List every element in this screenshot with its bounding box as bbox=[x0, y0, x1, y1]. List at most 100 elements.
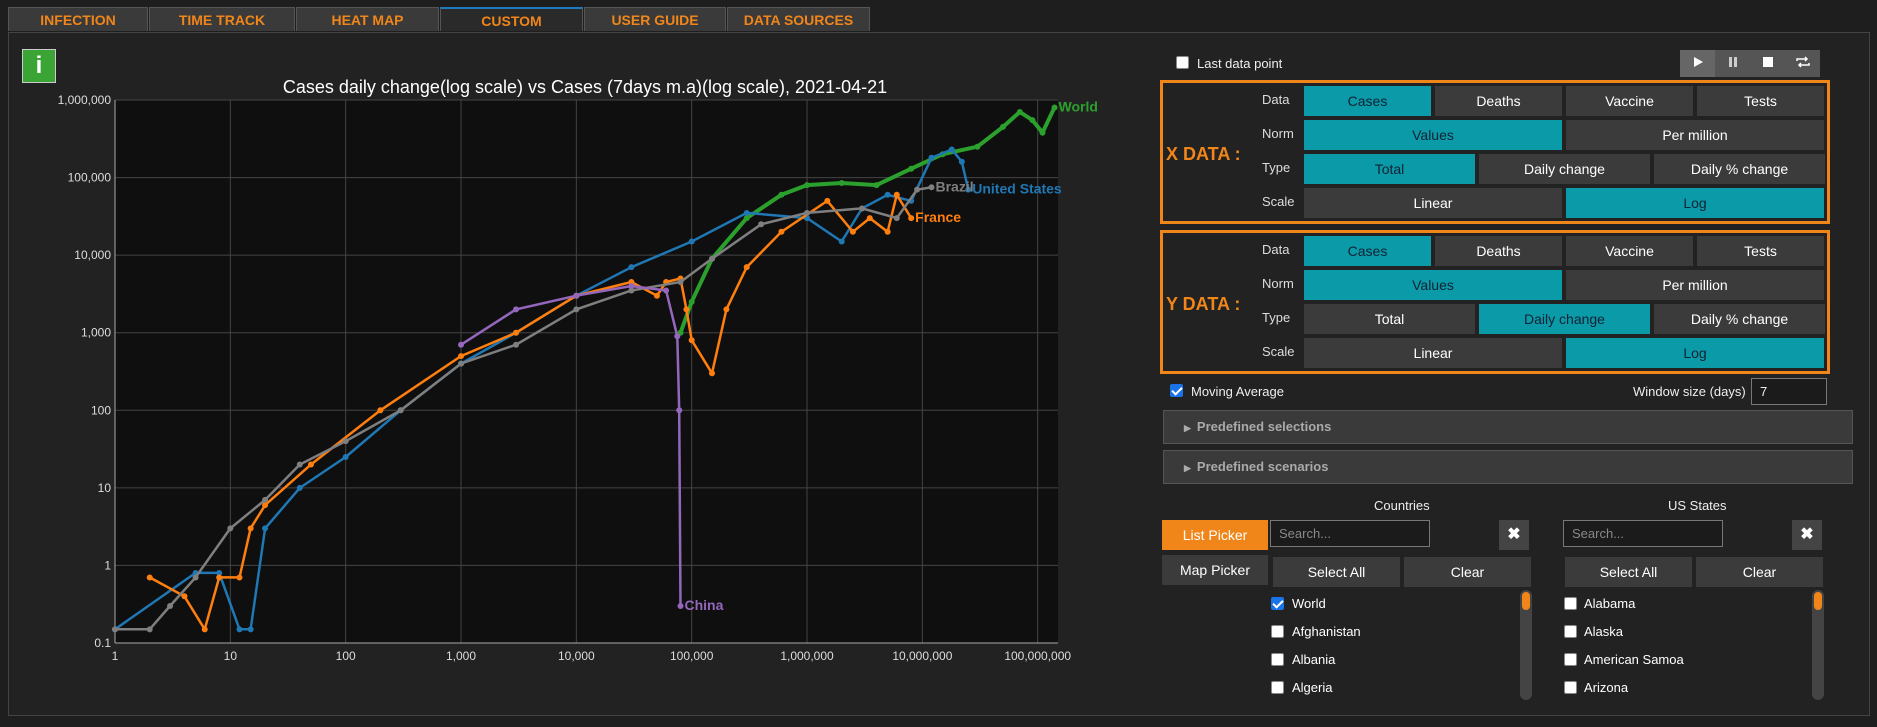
data-point-world[interactable] bbox=[1016, 109, 1023, 116]
data-point-brazil[interactable] bbox=[342, 438, 349, 445]
y-data-option-deaths[interactable]: Deaths bbox=[1435, 236, 1562, 266]
x-scale-option-log[interactable]: Log bbox=[1566, 188, 1824, 218]
data-point-france[interactable] bbox=[884, 228, 891, 235]
play-button[interactable] bbox=[1680, 50, 1715, 77]
us-states-clear-button[interactable]: Clear bbox=[1696, 557, 1823, 587]
data-point-brazil[interactable] bbox=[262, 496, 269, 503]
stop-button[interactable] bbox=[1750, 50, 1785, 77]
country-item-checkbox[interactable] bbox=[1271, 625, 1284, 638]
x-type-option-daily-change[interactable]: Daily % change bbox=[1654, 154, 1825, 184]
x-data-option-deaths[interactable]: Deaths bbox=[1435, 86, 1562, 116]
data-point-united-states[interactable] bbox=[296, 484, 303, 491]
x-type-option-total[interactable]: Total bbox=[1304, 154, 1475, 184]
data-point-united-states[interactable] bbox=[948, 146, 955, 153]
data-point-brazil[interactable] bbox=[397, 407, 404, 414]
data-point-united-states[interactable] bbox=[628, 264, 635, 271]
data-point-brazil[interactable] bbox=[758, 221, 765, 228]
data-point-france[interactable] bbox=[201, 626, 208, 633]
countries-select-all-button[interactable]: Select All bbox=[1273, 557, 1400, 587]
data-point-france[interactable] bbox=[653, 292, 660, 299]
data-point-china[interactable] bbox=[677, 602, 684, 609]
data-point-world[interactable] bbox=[1039, 129, 1046, 136]
us-states-scrollbar[interactable] bbox=[1812, 590, 1824, 700]
us-state-item-label[interactable]: American Samoa bbox=[1584, 652, 1684, 667]
country-item-checkbox[interactable] bbox=[1271, 597, 1284, 610]
y-data-option-cases[interactable]: Cases bbox=[1304, 236, 1431, 266]
data-point-france[interactable] bbox=[683, 306, 690, 313]
country-item-label[interactable]: Algeria bbox=[1292, 680, 1332, 695]
us-state-item-checkbox[interactable] bbox=[1564, 653, 1577, 666]
us-states-select-all-button[interactable]: Select All bbox=[1565, 557, 1692, 587]
data-point-world[interactable] bbox=[838, 180, 845, 187]
data-point-brazil[interactable] bbox=[804, 209, 811, 216]
data-point-united-states[interactable] bbox=[688, 238, 695, 245]
y-type-option-daily-change[interactable]: Daily % change bbox=[1654, 304, 1825, 334]
data-point-united-states[interactable] bbox=[958, 158, 965, 165]
data-point-france[interactable] bbox=[216, 574, 223, 581]
data-point-united-states[interactable] bbox=[236, 626, 243, 633]
data-point-world[interactable] bbox=[1051, 104, 1058, 111]
data-point-france[interactable] bbox=[849, 228, 856, 235]
y-scale-option-log[interactable]: Log bbox=[1566, 338, 1824, 368]
country-item-label[interactable]: World bbox=[1292, 596, 1326, 611]
predefined-selections-accordion[interactable]: ▶ Predefined selections bbox=[1163, 410, 1853, 444]
data-point-world[interactable] bbox=[873, 182, 880, 189]
predefined-scenarios-accordion[interactable]: ▶ Predefined scenarios bbox=[1163, 450, 1853, 484]
x-type-option-daily-change[interactable]: Daily change bbox=[1479, 154, 1650, 184]
data-point-brazil[interactable] bbox=[573, 306, 580, 313]
y-scale-option-linear[interactable]: Linear bbox=[1304, 338, 1562, 368]
data-point-brazil[interactable] bbox=[227, 525, 234, 532]
country-item-label[interactable]: Albania bbox=[1292, 652, 1335, 667]
data-point-france[interactable] bbox=[893, 191, 900, 198]
data-point-france[interactable] bbox=[723, 306, 730, 313]
y-type-option-total[interactable]: Total bbox=[1304, 304, 1475, 334]
data-point-brazil[interactable] bbox=[513, 341, 520, 348]
x-norm-option-per-million[interactable]: Per million bbox=[1566, 120, 1824, 150]
data-point-france[interactable] bbox=[181, 593, 188, 600]
data-point-united-states[interactable] bbox=[247, 626, 254, 633]
repeat-button[interactable] bbox=[1785, 50, 1820, 77]
us-states-search-input[interactable]: Search... bbox=[1563, 520, 1723, 547]
y-type-option-daily-change[interactable]: Daily change bbox=[1479, 304, 1650, 334]
data-point-world[interactable] bbox=[743, 215, 750, 222]
data-point-brazil[interactable] bbox=[458, 360, 465, 367]
x-data-option-cases[interactable]: Cases bbox=[1304, 86, 1431, 116]
data-point-china[interactable] bbox=[573, 292, 580, 299]
moving-average-checkbox[interactable] bbox=[1170, 384, 1183, 397]
pause-button[interactable] bbox=[1715, 50, 1750, 77]
data-point-china[interactable] bbox=[674, 333, 681, 340]
y-data-option-tests[interactable]: Tests bbox=[1697, 236, 1824, 266]
countries-clear-button[interactable]: Clear bbox=[1404, 557, 1531, 587]
country-item-checkbox[interactable] bbox=[1271, 653, 1284, 666]
window-size-input[interactable]: 7 bbox=[1751, 378, 1827, 405]
data-point-brazil[interactable] bbox=[859, 205, 866, 212]
data-point-brazil[interactable] bbox=[112, 626, 118, 633]
data-point-world[interactable] bbox=[688, 298, 695, 305]
data-point-brazil[interactable] bbox=[914, 186, 921, 193]
data-point-brazil[interactable] bbox=[167, 602, 174, 609]
data-point-france[interactable] bbox=[377, 407, 384, 414]
data-point-france[interactable] bbox=[236, 574, 243, 581]
data-point-france[interactable] bbox=[688, 337, 695, 344]
y-data-option-vaccine[interactable]: Vaccine bbox=[1566, 236, 1693, 266]
data-point-china[interactable] bbox=[458, 341, 465, 348]
data-point-france[interactable] bbox=[778, 228, 785, 235]
x-scale-option-linear[interactable]: Linear bbox=[1304, 188, 1562, 218]
data-point-united-states[interactable] bbox=[928, 154, 935, 161]
us-state-item-checkbox[interactable] bbox=[1564, 681, 1577, 694]
data-point-world[interactable] bbox=[974, 143, 981, 150]
data-point-brazil[interactable] bbox=[146, 626, 153, 633]
data-point-france[interactable] bbox=[146, 574, 153, 581]
data-point-france[interactable] bbox=[824, 197, 831, 204]
data-point-united-states[interactable] bbox=[342, 453, 349, 460]
data-point-france[interactable] bbox=[458, 353, 465, 360]
country-item-checkbox[interactable] bbox=[1271, 681, 1284, 694]
us-state-item-label[interactable]: Alaska bbox=[1584, 624, 1623, 639]
countries-search-input[interactable]: Search... bbox=[1270, 520, 1430, 547]
chart-svg[interactable]: 1 10 100 1,000 10,000 100,000 1,000,000 10,000,… bbox=[0, 0, 1100, 670]
data-point-united-states[interactable] bbox=[262, 525, 269, 532]
data-point-brazil[interactable] bbox=[677, 279, 684, 286]
data-point-world[interactable] bbox=[999, 123, 1006, 130]
data-point-france[interactable] bbox=[307, 461, 314, 468]
country-item-label[interactable]: Afghanistan bbox=[1292, 624, 1361, 639]
